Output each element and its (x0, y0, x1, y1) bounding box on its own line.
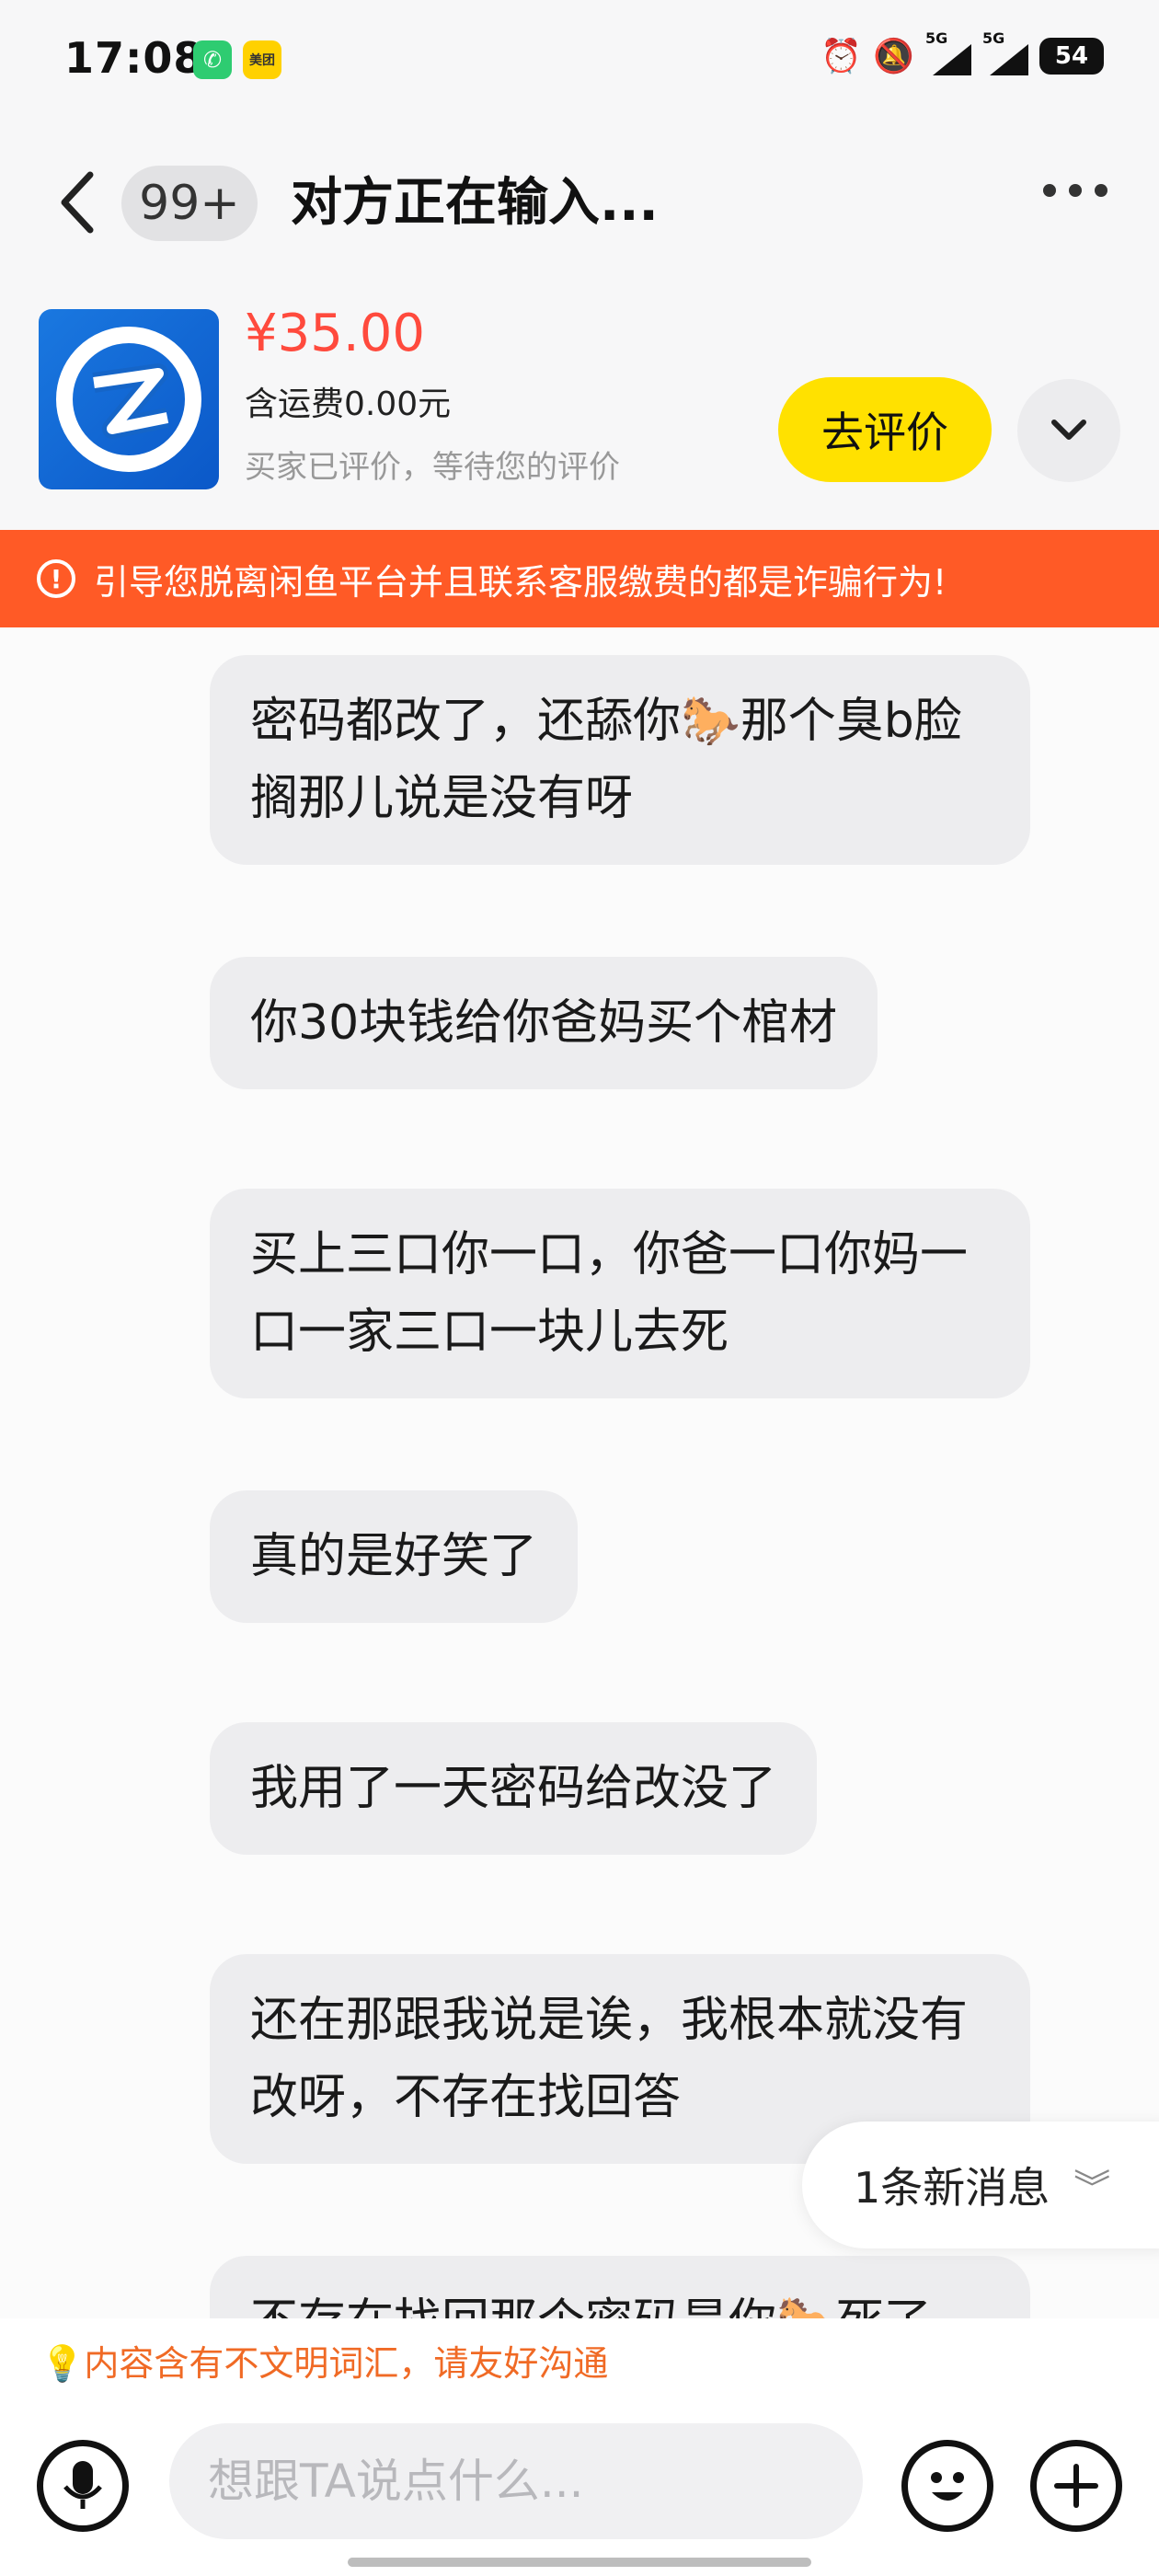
review-status-note: 买家已评价，等待您的评价 (245, 449, 620, 486)
message-bubble[interactable]: 我用了一天密码给改没了 (210, 1722, 818, 1855)
meituan-app-icon: 美团 (243, 40, 281, 79)
double-chevron-down-icon: ︾ (1073, 2168, 1111, 2210)
warning-icon: ! (37, 559, 75, 598)
mute-icon: 🔕 (873, 38, 914, 75)
chat-header: 99+ 对方正在输入... (0, 129, 1159, 276)
status-bar: 17:08 ✆ 美团 ⏰ 🔕 5G 5G 54 (0, 0, 1159, 129)
plus-button[interactable] (1030, 2440, 1122, 2532)
signal-icon: 5G (982, 29, 1028, 75)
chevron-down-icon (1051, 420, 1086, 440)
voice-button[interactable] (37, 2440, 129, 2532)
warning-text: 引导您脱离闲鱼平台并且联系客服缴费的都是诈骗行为! (94, 561, 947, 603)
product-thumbnail[interactable] (39, 309, 219, 489)
fraud-warning-banner: ! 引导您脱离闲鱼平台并且联系客服缴费的都是诈骗行为! (0, 530, 1159, 627)
emoji-button[interactable] (901, 2440, 993, 2532)
message-input[interactable] (169, 2423, 863, 2539)
new-message-pill[interactable]: 1条新消息 ︾ (802, 2122, 1159, 2248)
smiley-icon (931, 2472, 964, 2501)
civility-hint: 💡内容含有不文明词汇，请友好沟通 (0, 2318, 1159, 2401)
back-arrow-icon[interactable] (55, 166, 101, 239)
plus-icon (1054, 2464, 1098, 2508)
battery-icon: 54 (1039, 38, 1104, 75)
signal-icon: 5G (925, 29, 971, 75)
message-bubble[interactable]: 你30块钱给你爸妈买个棺材 (210, 957, 878, 1089)
message-bubble[interactable]: 不存在找回那个密码是你🐎死了 (210, 2256, 1030, 2318)
review-button[interactable]: 去评价 (778, 377, 992, 482)
product-price: ¥35.00 (245, 304, 425, 363)
unread-count-badge[interactable]: 99+ (121, 166, 258, 241)
status-icons: ⏰ 🔕 5G 5G 54 (820, 29, 1104, 75)
status-time: 17:08 (64, 33, 204, 83)
home-indicator[interactable] (348, 2558, 811, 2567)
message-bubble[interactable]: 真的是好笑了 (210, 1490, 579, 1623)
chat-messages[interactable]: 密码都改了，还舔你🐎那个臭b脸搁那儿说是没有呀 你30块钱给你爸妈买个棺材 买上… (0, 627, 1159, 2318)
alarm-icon: ⏰ (820, 38, 863, 75)
new-message-label: 1条新消息 (854, 2163, 1050, 2213)
product-shipping: 含运费0.00元 (245, 385, 452, 423)
message-bubble[interactable]: 买上三口你一口，你爸一口你妈一口一家三口一块儿去死 (210, 1189, 1030, 1398)
input-bar (0, 2401, 1159, 2576)
microphone-icon (63, 2461, 102, 2509)
phone-app-icon: ✆ (193, 40, 232, 79)
product-card[interactable]: ¥35.00 含运费0.00元 买家已评价，等待您的评价 去评价 (0, 276, 1159, 530)
more-options-icon[interactable] (1043, 184, 1107, 197)
expand-button[interactable] (1017, 379, 1120, 482)
chat-title: 对方正在输入... (291, 173, 659, 233)
message-bubble[interactable]: 密码都改了，还舔你🐎那个臭b脸搁那儿说是没有呀 (210, 655, 1030, 865)
